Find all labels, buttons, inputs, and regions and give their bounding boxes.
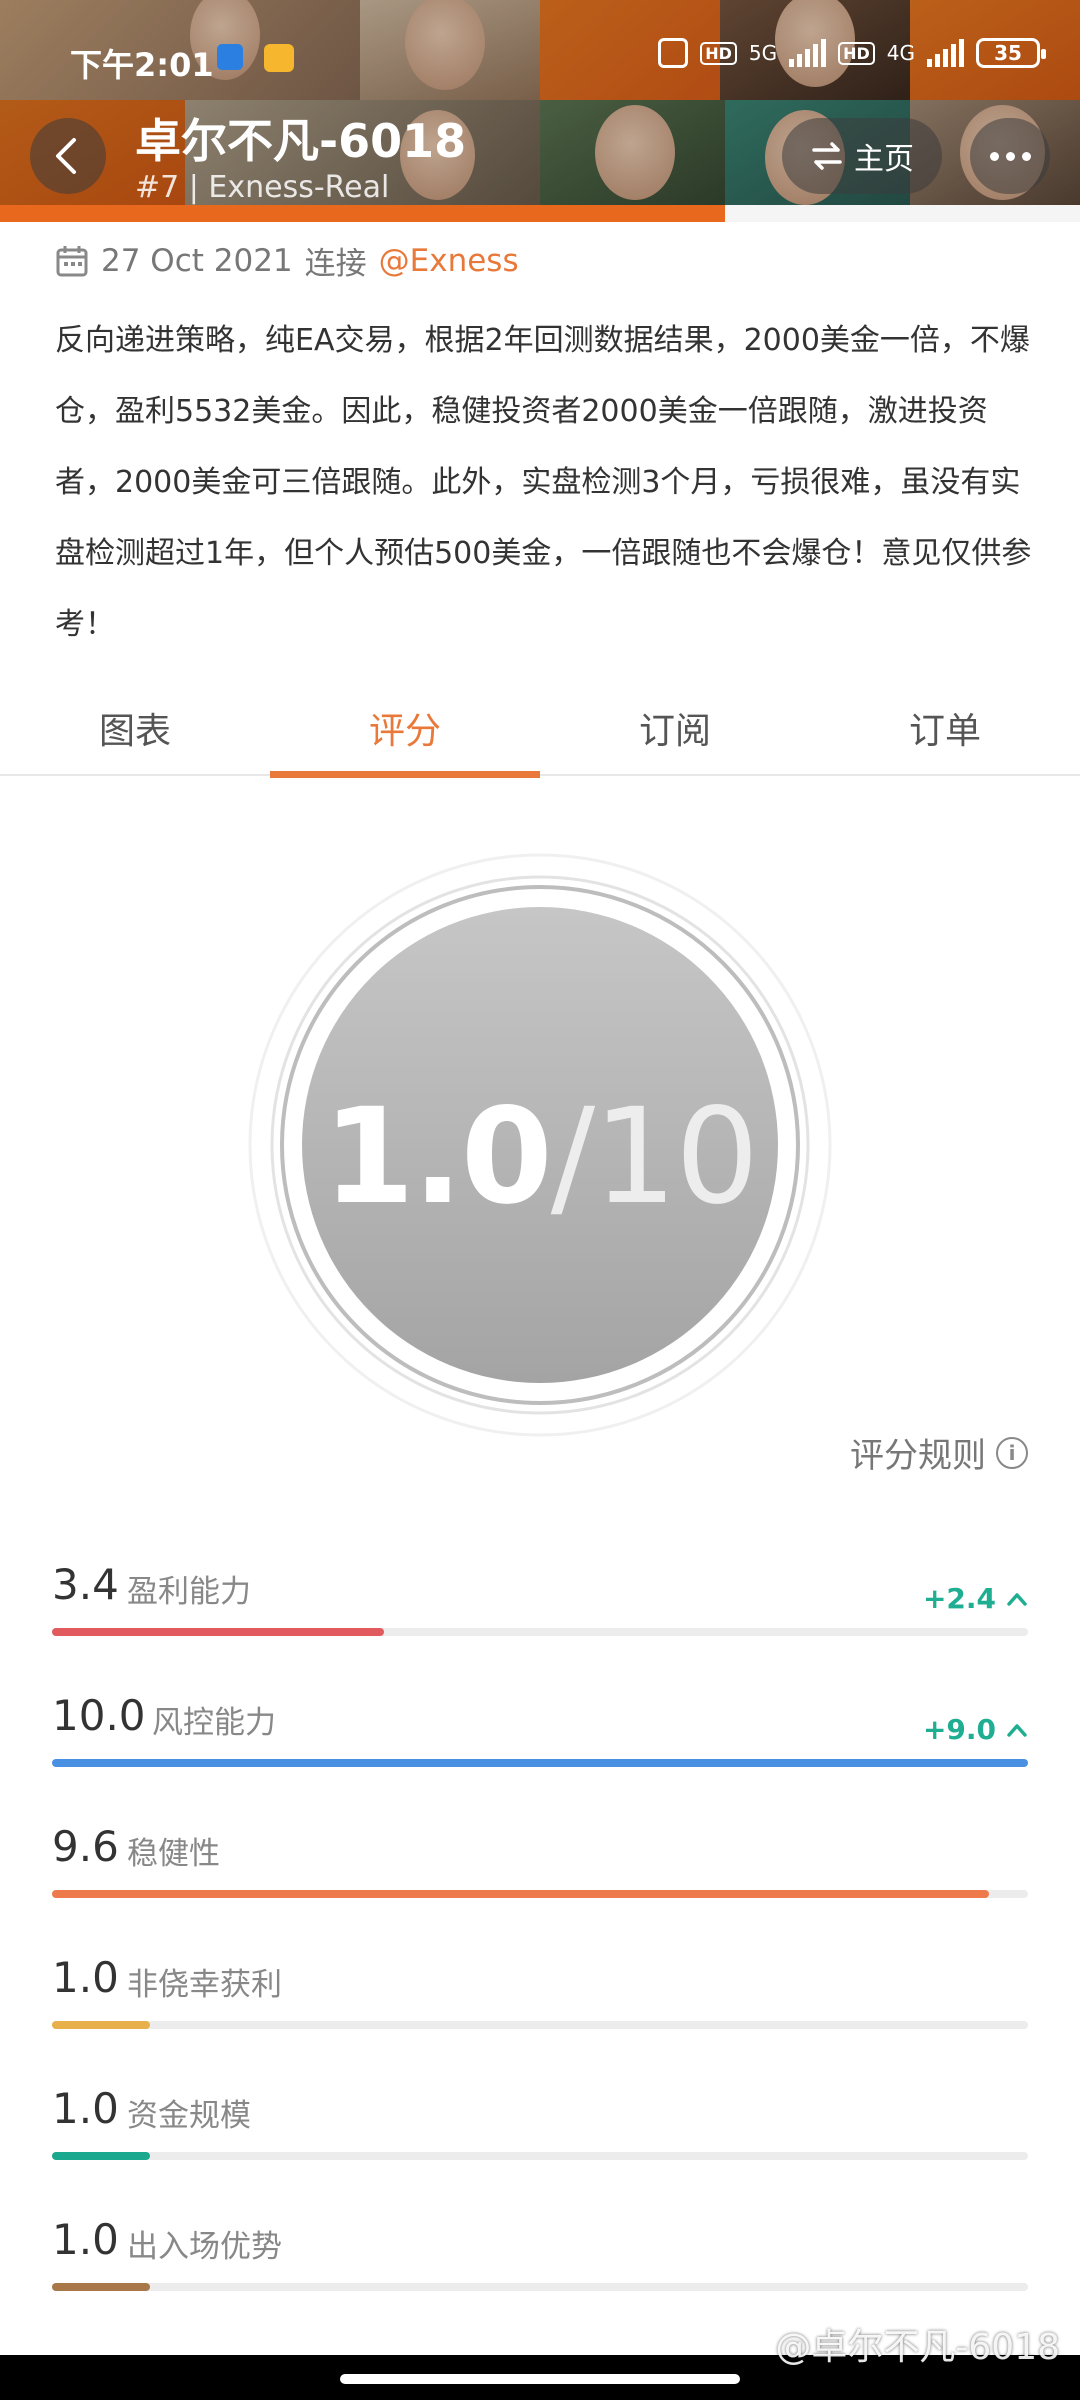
- metric-value: 1.0: [52, 2084, 119, 2133]
- metric-change: +9.0: [923, 1713, 1028, 1746]
- battery-icon: 35: [976, 38, 1046, 68]
- metric-row: 3.4 盈利能力 +2.4: [52, 1560, 1028, 1670]
- metric-row: 10.0 风控能力 +9.0: [52, 1691, 1028, 1801]
- signal-icon: [789, 39, 827, 67]
- metric-label: 出入场优势: [127, 2229, 282, 2265]
- notification-icon: [217, 44, 243, 70]
- broker-link[interactable]: @Exness: [379, 243, 519, 279]
- hd-icon: HD: [700, 41, 737, 65]
- metric-progress-fill: [52, 2021, 150, 2029]
- tab-subscribe[interactable]: 订阅: [540, 680, 810, 776]
- battery-level: 35: [994, 41, 1022, 65]
- metric-label: 稳健性: [127, 1836, 220, 1872]
- metric-value: 3.4: [52, 1560, 119, 1609]
- account-subtitle: #7 | Exness-Real: [135, 170, 390, 205]
- header-light-strip: [725, 205, 1080, 222]
- home-button[interactable]: 主页: [782, 118, 942, 194]
- metric-change-value: +9.0: [922, 1713, 996, 1746]
- chevron-up-icon: [1007, 1723, 1027, 1737]
- metric-value: 1.0: [52, 1953, 119, 2002]
- profile-header: 下午2:01 HD 5G HD 4G 35 卓尔不凡-6018 #7 | Exn…: [0, 0, 1080, 222]
- more-dot: [1021, 151, 1031, 161]
- connection-label: 连接: [304, 246, 367, 282]
- metric-value: 9.6: [52, 1822, 119, 1871]
- status-time: 下午2:01: [70, 46, 214, 84]
- home-button-label: 主页: [854, 142, 914, 177]
- metric-progress-fill: [52, 1759, 1028, 1767]
- overall-score: 1.0/10: [300, 1080, 780, 1234]
- metric-value: 10.0: [52, 1691, 146, 1740]
- metric-progress-track: [52, 2021, 1028, 2029]
- connection-date-line: 27 Oct 2021 连接 @Exness: [55, 238, 519, 283]
- signal-icon: [927, 39, 964, 67]
- more-dot: [1005, 151, 1015, 161]
- metric-label: 资金规模: [127, 2098, 251, 2134]
- more-dot: [989, 151, 999, 161]
- metric-progress-fill: [52, 1890, 989, 1898]
- metric-progress-track: [52, 1628, 1028, 1636]
- message-icon: [264, 44, 294, 72]
- connection-date: 27 Oct 2021: [101, 242, 293, 279]
- metric-change: +2.4: [923, 1582, 1028, 1615]
- watermark: @卓尔不凡-6018: [775, 2327, 1060, 2368]
- score-denominator: /10: [550, 1080, 759, 1234]
- strategy-description: 反向递进策略，纯EA交易，根据2年回测数据结果，2000美金一倍，不爆仓，盈利5…: [55, 323, 1032, 642]
- metric-value: 1.0: [52, 2215, 119, 2264]
- back-button[interactable]: [30, 118, 106, 194]
- metric-progress-track: [52, 2152, 1028, 2160]
- page-title: 卓尔不凡-6018: [135, 114, 467, 168]
- metric-row: 1.0 非侥幸获利: [52, 1953, 1028, 2063]
- info-icon: i: [996, 1436, 1028, 1469]
- metric-row: 1.0 资金规模: [52, 2084, 1028, 2194]
- swap-icon: [812, 142, 842, 170]
- metric-progress-track: [52, 2283, 1028, 2291]
- tab-rating[interactable]: 评分: [270, 680, 540, 778]
- metric-progress-fill: [52, 1628, 384, 1636]
- screen-rotate-icon: [658, 38, 689, 68]
- metric-progress-fill: [52, 2283, 150, 2291]
- metric-change-value: +2.4: [922, 1582, 996, 1615]
- chevron-up-icon: [1007, 1592, 1027, 1606]
- metric-progress-track: [52, 1759, 1028, 1767]
- rating-rules-label: 评分规则: [850, 1436, 986, 1476]
- metric-label: 风控能力: [152, 1705, 276, 1741]
- metric-row: 9.6 稳健性: [52, 1822, 1028, 1932]
- rating-rules-link[interactable]: 评分规则 i: [850, 1428, 1028, 1477]
- metric-label: 非侥幸获利: [127, 1967, 282, 2003]
- tab-chart[interactable]: 图表: [0, 680, 270, 776]
- network-5g-label: 5G: [748, 41, 778, 65]
- metric-progress-fill: [52, 2152, 150, 2160]
- status-icons: HD 5G HD 4G 35: [658, 38, 1046, 68]
- tab-bar: 图表 评分 订阅 订单: [0, 680, 1080, 778]
- more-button[interactable]: [970, 118, 1050, 194]
- metric-progress-track: [52, 1890, 1028, 1898]
- network-4g-label: 4G: [886, 41, 915, 65]
- score-value: 1.0: [322, 1080, 553, 1234]
- chevron-left-icon: [56, 138, 76, 174]
- metric-row: 1.0 出入场优势: [52, 2215, 1028, 2325]
- tab-orders[interactable]: 订单: [810, 680, 1080, 776]
- hd-icon: HD: [838, 41, 875, 65]
- header-accent-strip: [0, 205, 725, 222]
- metric-label: 盈利能力: [127, 1574, 251, 1610]
- calendar-icon: [56, 245, 88, 276]
- home-indicator[interactable]: [340, 2374, 740, 2384]
